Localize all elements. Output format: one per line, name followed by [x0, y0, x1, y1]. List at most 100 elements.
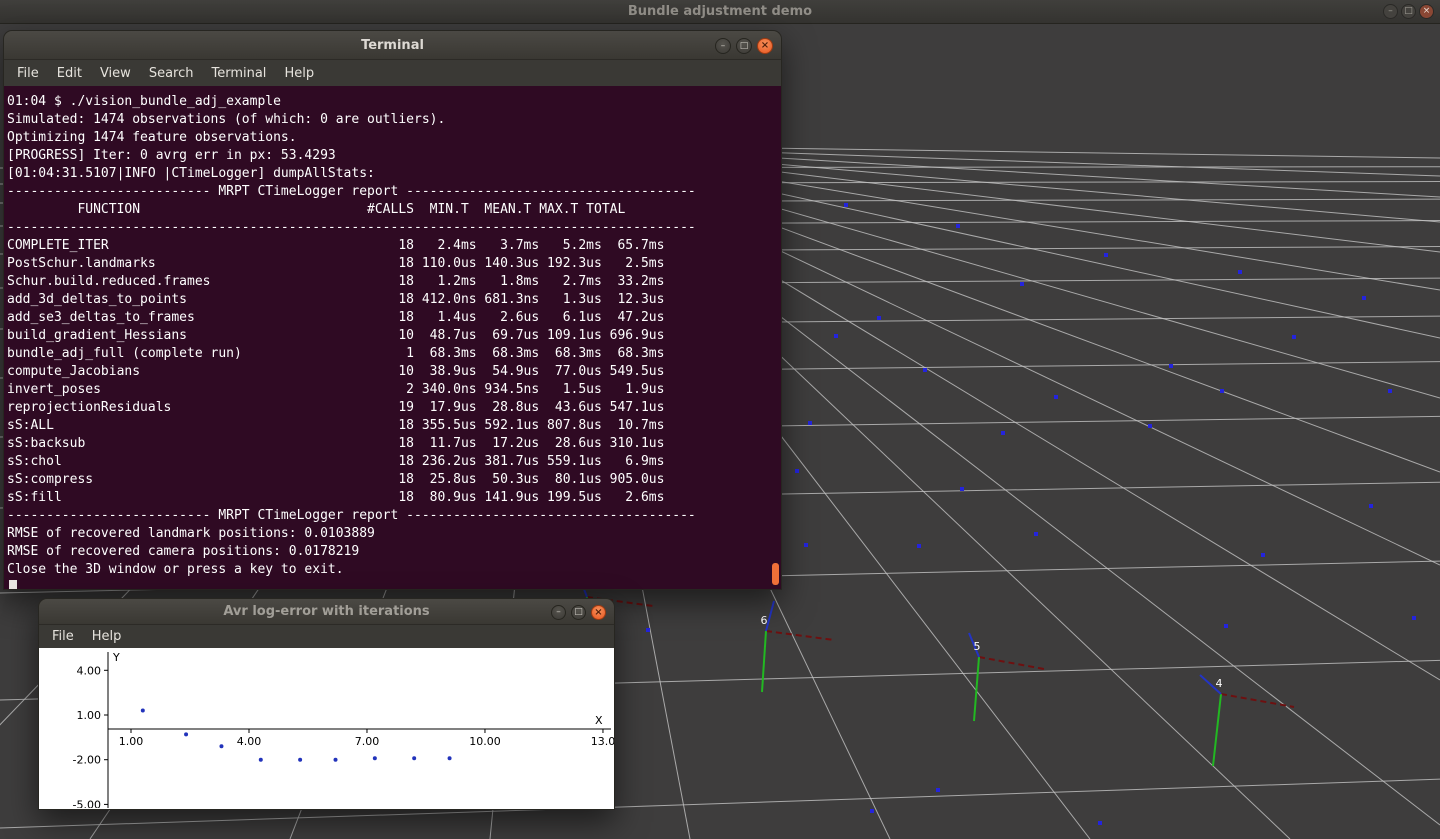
landmark-point [1362, 296, 1366, 300]
menu-item-edit[interactable]: Edit [48, 63, 91, 84]
landmark-point [1020, 282, 1024, 286]
x-tick-label: 1.00 [119, 735, 144, 748]
landmark-point [1148, 424, 1152, 428]
scatter-point [219, 744, 223, 748]
menu-item-search[interactable]: Search [140, 63, 203, 84]
landmark-point [1034, 532, 1038, 536]
plot-menubar: File Help [38, 625, 615, 648]
maximize-icon[interactable]: □ [571, 605, 586, 620]
landmark-point [1098, 821, 1102, 825]
camera-label: 5 [974, 640, 981, 653]
terminal-line: RMSE of recovered landmark positions: 0.… [7, 525, 781, 543]
y-tick-label: 1.00 [77, 709, 102, 722]
landmark-point [1169, 364, 1173, 368]
terminal-line: add_3d_deltas_to_points 18 412.0ns 681.3… [7, 291, 781, 309]
close-icon[interactable]: × [1419, 4, 1434, 19]
camera-z-axis [1213, 694, 1221, 766]
main-window-title: Bundle adjustment demo [628, 4, 812, 19]
terminal-window: Terminal – □ × File Edit View Search Ter… [3, 30, 782, 590]
scatter-point [448, 756, 452, 760]
landmark-point [1369, 504, 1373, 508]
landmark-point [646, 628, 650, 632]
close-icon[interactable]: × [757, 38, 773, 54]
scatter-point [412, 756, 416, 760]
terminal-line: [PROGRESS] Iter: 0 avrg err in px: 53.42… [7, 147, 781, 165]
scrollbar-thumb[interactable] [772, 563, 779, 585]
scatter-point [259, 758, 263, 762]
terminal-line: RMSE of recovered camera positions: 0.01… [7, 543, 781, 561]
terminal-line: Schur.build.reduced.frames 18 1.2ms 1.8m… [7, 273, 781, 291]
landmark-point [956, 224, 960, 228]
terminal-line: bundle_adj_full (complete run) 1 68.3ms … [7, 345, 781, 363]
landmark-point [870, 809, 874, 813]
y-tick-label: -5.00 [73, 798, 101, 808]
landmark-point [1261, 553, 1265, 557]
terminal-line: FUNCTION #CALLS MIN.T MEAN.T MAX.T TOTAL [7, 201, 781, 219]
terminal-line: 01:04 $ ./vision_bundle_adj_example [7, 93, 781, 111]
terminal-line: Optimizing 1474 feature observations. [7, 129, 781, 147]
y-tick-label: -2.00 [73, 754, 101, 767]
main-window-controls: – □ × [1383, 4, 1434, 19]
landmark-point [923, 368, 927, 372]
terminal-line: -------------------------- MRPT CTimeLog… [7, 183, 781, 201]
menu-item-help[interactable]: Help [275, 63, 323, 84]
menu-item-file[interactable]: File [8, 63, 48, 84]
x-tick-label: 7.00 [355, 735, 380, 748]
menu-item-view[interactable]: View [91, 63, 140, 84]
terminal-line: PostSchur.landmarks 18 110.0us 140.3us 1… [7, 255, 781, 273]
landmark-point [1292, 335, 1296, 339]
landmark-point [1001, 431, 1005, 435]
y-axis-label: Y [112, 651, 120, 664]
plot-window-controls: – □ × [551, 605, 606, 620]
terminal-line: sS:backsub 18 11.7us 17.2us 28.6us 310.1… [7, 435, 781, 453]
landmark-point [917, 544, 921, 548]
x-tick-label: 4.00 [237, 735, 261, 748]
terminal-cursor [9, 580, 17, 590]
terminal-line: sS:chol 18 236.2us 381.7us 559.1us 6.9ms [7, 453, 781, 471]
terminal-titlebar[interactable]: Terminal – □ × [3, 30, 782, 60]
terminal-window-controls: – □ × [715, 38, 773, 54]
landmark-point [834, 334, 838, 338]
terminal-line: sS:ALL 18 355.5us 592.1us 807.8us 10.7ms [7, 417, 781, 435]
menu-item-terminal[interactable]: Terminal [202, 63, 275, 84]
main-window-titlebar: Bundle adjustment demo – □ × [0, 0, 1440, 24]
landmark-point [1104, 253, 1108, 257]
close-icon[interactable]: × [591, 605, 606, 620]
terminal-line: invert_poses 2 340.0ns 934.5ns 1.5us 1.9… [7, 381, 781, 399]
terminal-lines: 01:04 $ ./vision_bundle_adj_exampleSimul… [7, 93, 781, 579]
camera-x-axis [979, 657, 1044, 669]
landmark-point [877, 316, 881, 320]
terminal-title: Terminal [361, 38, 424, 53]
maximize-icon[interactable]: □ [1401, 4, 1416, 19]
landmark-point [1224, 624, 1228, 628]
x-tick-label: 13.0 [591, 735, 614, 748]
scatter-point [373, 756, 377, 760]
desktop: 7654 Bundle adjustment demo – □ × Termin… [0, 0, 1440, 839]
maximize-icon[interactable]: □ [736, 38, 752, 54]
x-tick-label: 10.00 [469, 735, 501, 748]
scatter-plot: 1.00 4.00 7.00 10.00 13.0 4.00 1.00 -2.00 -5.00 Y… [39, 648, 614, 808]
plot-titlebar[interactable]: Avr log-error with iterations – □ × [38, 598, 615, 625]
menu-item-file[interactable]: File [43, 626, 83, 647]
minimize-icon[interactable]: – [715, 38, 731, 54]
terminal-line: build_gradient_Hessians 10 48.7us 69.7us… [7, 327, 781, 345]
terminal-line: ----------------------------------------… [7, 219, 781, 237]
landmark-point [1220, 389, 1224, 393]
terminal-line: -------------------------- MRPT CTimeLog… [7, 507, 781, 525]
terminal-line: [01:04:31.5107|INFO |CTimeLogger] dumpAl… [7, 165, 781, 183]
camera-x-axis [766, 631, 834, 640]
landmark-point [1412, 616, 1416, 620]
camera-label: 6 [761, 614, 768, 627]
camera-x-axis [1221, 694, 1294, 707]
minimize-icon[interactable]: – [1383, 4, 1398, 19]
terminal-line: sS:fill 18 80.9us 141.9us 199.5us 2.6ms [7, 489, 781, 507]
landmark-point [1238, 270, 1242, 274]
menu-item-help[interactable]: Help [83, 626, 131, 647]
minimize-icon[interactable]: – [551, 605, 566, 620]
terminal-line: compute_Jacobians 10 38.9us 54.9us 77.0u… [7, 363, 781, 381]
scatter-point [334, 758, 338, 762]
terminal-output[interactable]: 01:04 $ ./vision_bundle_adj_exampleSimul… [3, 86, 782, 590]
scatter-point [298, 758, 302, 762]
y-tick-label: 4.00 [77, 664, 102, 677]
landmark-point [1388, 389, 1392, 393]
